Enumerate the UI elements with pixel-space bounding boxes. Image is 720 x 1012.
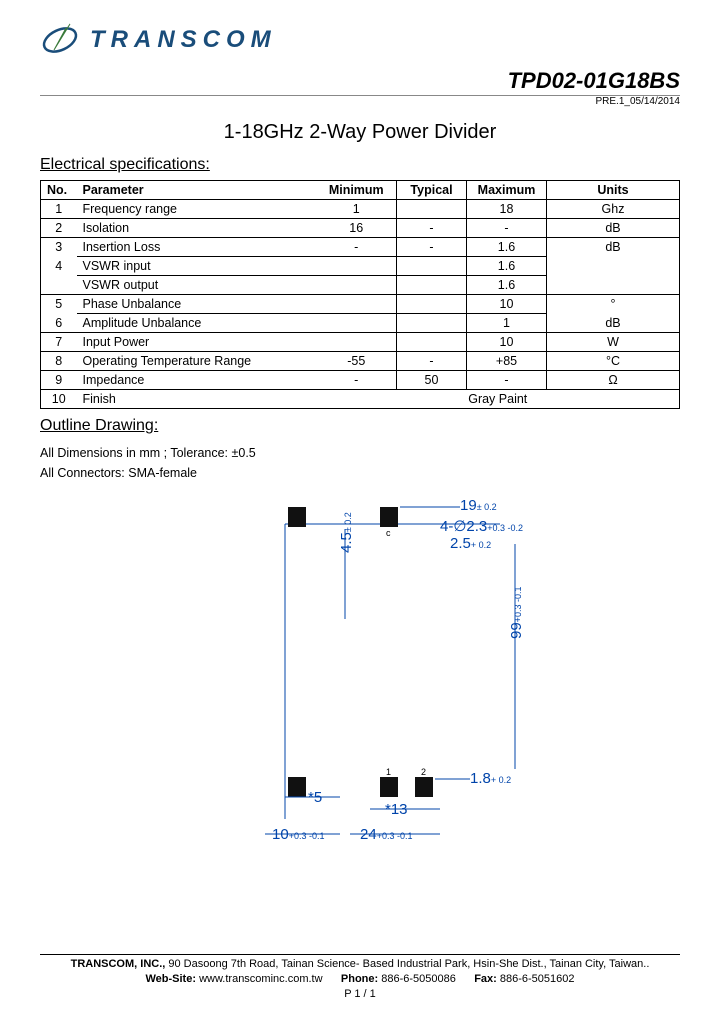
footer-fax-label: Fax: bbox=[474, 973, 497, 985]
dim-2-5: 2.5+ 0.2 bbox=[450, 535, 491, 552]
note-line-1: All Dimensions in mm ; Tolerance: ±0.5 bbox=[40, 443, 680, 463]
drawing-notes: All Dimensions in mm ; Tolerance: ±0.5 A… bbox=[40, 443, 680, 483]
drawing-svg bbox=[40, 489, 680, 859]
table-row: 6 Amplitude Unbalance 1 dB bbox=[41, 314, 680, 333]
table-row: 7 Input Power 10 W bbox=[41, 333, 680, 352]
table-row: 1 Frequency range 1 18 Ghz bbox=[41, 200, 680, 219]
label-2: 2 bbox=[421, 767, 426, 777]
dim-star5: *5 bbox=[308, 789, 322, 806]
table-row: 3 Insertion Loss - - 1.6 dB bbox=[41, 238, 680, 257]
brand-name: TRANSCOM bbox=[90, 26, 277, 54]
hdr-min: Minimum bbox=[317, 181, 397, 200]
part-number: TPD02-01G18BS bbox=[508, 68, 680, 93]
hdr-no: No. bbox=[41, 181, 77, 200]
dim-4d: 4-∅2.3+0.3 -0.2 bbox=[440, 517, 523, 535]
footer-company: TRANSCOM, INC., bbox=[71, 958, 166, 970]
hdr-units: Units bbox=[547, 181, 680, 200]
dim-99: 99+0.3 -0.1 bbox=[508, 587, 525, 639]
label-c: c bbox=[386, 528, 391, 538]
table-header-row: No. Parameter Minimum Typical Maximum Un… bbox=[41, 181, 680, 200]
dim-24: 24+0.3 -0.1 bbox=[360, 826, 412, 843]
footer-fax: 886-6-5051602 bbox=[497, 973, 575, 985]
revision-line: PRE.1_05/14/2014 bbox=[40, 96, 680, 107]
table-row: 2 Isolation 16 - - dB bbox=[41, 219, 680, 238]
part-number-row: TPD02-01G18BS bbox=[40, 68, 680, 96]
section-outline-header: Outline Drawing: bbox=[40, 417, 680, 435]
footer-web-label: Web-Site: bbox=[145, 973, 196, 985]
footer-addr: 90 Dasoong 7th Road, Tainan Science- Bas… bbox=[165, 958, 649, 970]
dim-1-8: 1.8+ 0.2 bbox=[470, 770, 511, 787]
footer: TRANSCOM, INC., 90 Dasoong 7th Road, Tai… bbox=[40, 954, 680, 1002]
table-row: 10 Finish Gray Paint bbox=[41, 390, 680, 409]
table-row: 9 Impedance - 50 - Ω bbox=[41, 371, 680, 390]
table-row: 4 VSWR input 1.6 bbox=[41, 257, 680, 276]
spec-table: No. Parameter Minimum Typical Maximum Un… bbox=[40, 180, 680, 409]
label-1: 1 bbox=[386, 767, 391, 777]
dim-10: 10+0.3 -0.1 bbox=[272, 826, 324, 843]
dim-star13: *13 bbox=[385, 801, 408, 818]
dim-4-5: 4.5± 0.2 bbox=[338, 512, 355, 553]
table-row: 8 Operating Temperature Range -55 - +85 … bbox=[41, 352, 680, 371]
footer-page: P 1 / 1 bbox=[40, 987, 680, 1002]
outline-drawing: 19± 0.2 4-∅2.3+0.3 -0.2 2.5+ 0.2 4.5± 0.… bbox=[40, 489, 680, 859]
table-row: 5 Phase Unbalance 10 ° bbox=[41, 295, 680, 314]
footer-phone: 886-6-5050086 bbox=[378, 973, 456, 985]
hdr-param: Parameter bbox=[77, 181, 317, 200]
hdr-typ: Typical bbox=[397, 181, 467, 200]
dim-19: 19± 0.2 bbox=[460, 497, 497, 514]
page-title: 1-18GHz 2-Way Power Divider bbox=[40, 121, 680, 144]
footer-web: www.transcominc.com.tw bbox=[196, 973, 323, 985]
page: TRANSCOM TPD02-01G18BS PRE.1_05/14/2014 … bbox=[0, 0, 720, 1012]
logo-icon bbox=[40, 20, 80, 60]
note-line-2: All Connectors: SMA-female bbox=[40, 463, 680, 483]
hdr-max: Maximum bbox=[467, 181, 547, 200]
header: TRANSCOM bbox=[40, 20, 680, 60]
section-elec-header: Electrical specifications: bbox=[40, 156, 680, 174]
footer-phone-label: Phone: bbox=[341, 973, 378, 985]
table-row: VSWR output 1.6 bbox=[41, 276, 680, 295]
